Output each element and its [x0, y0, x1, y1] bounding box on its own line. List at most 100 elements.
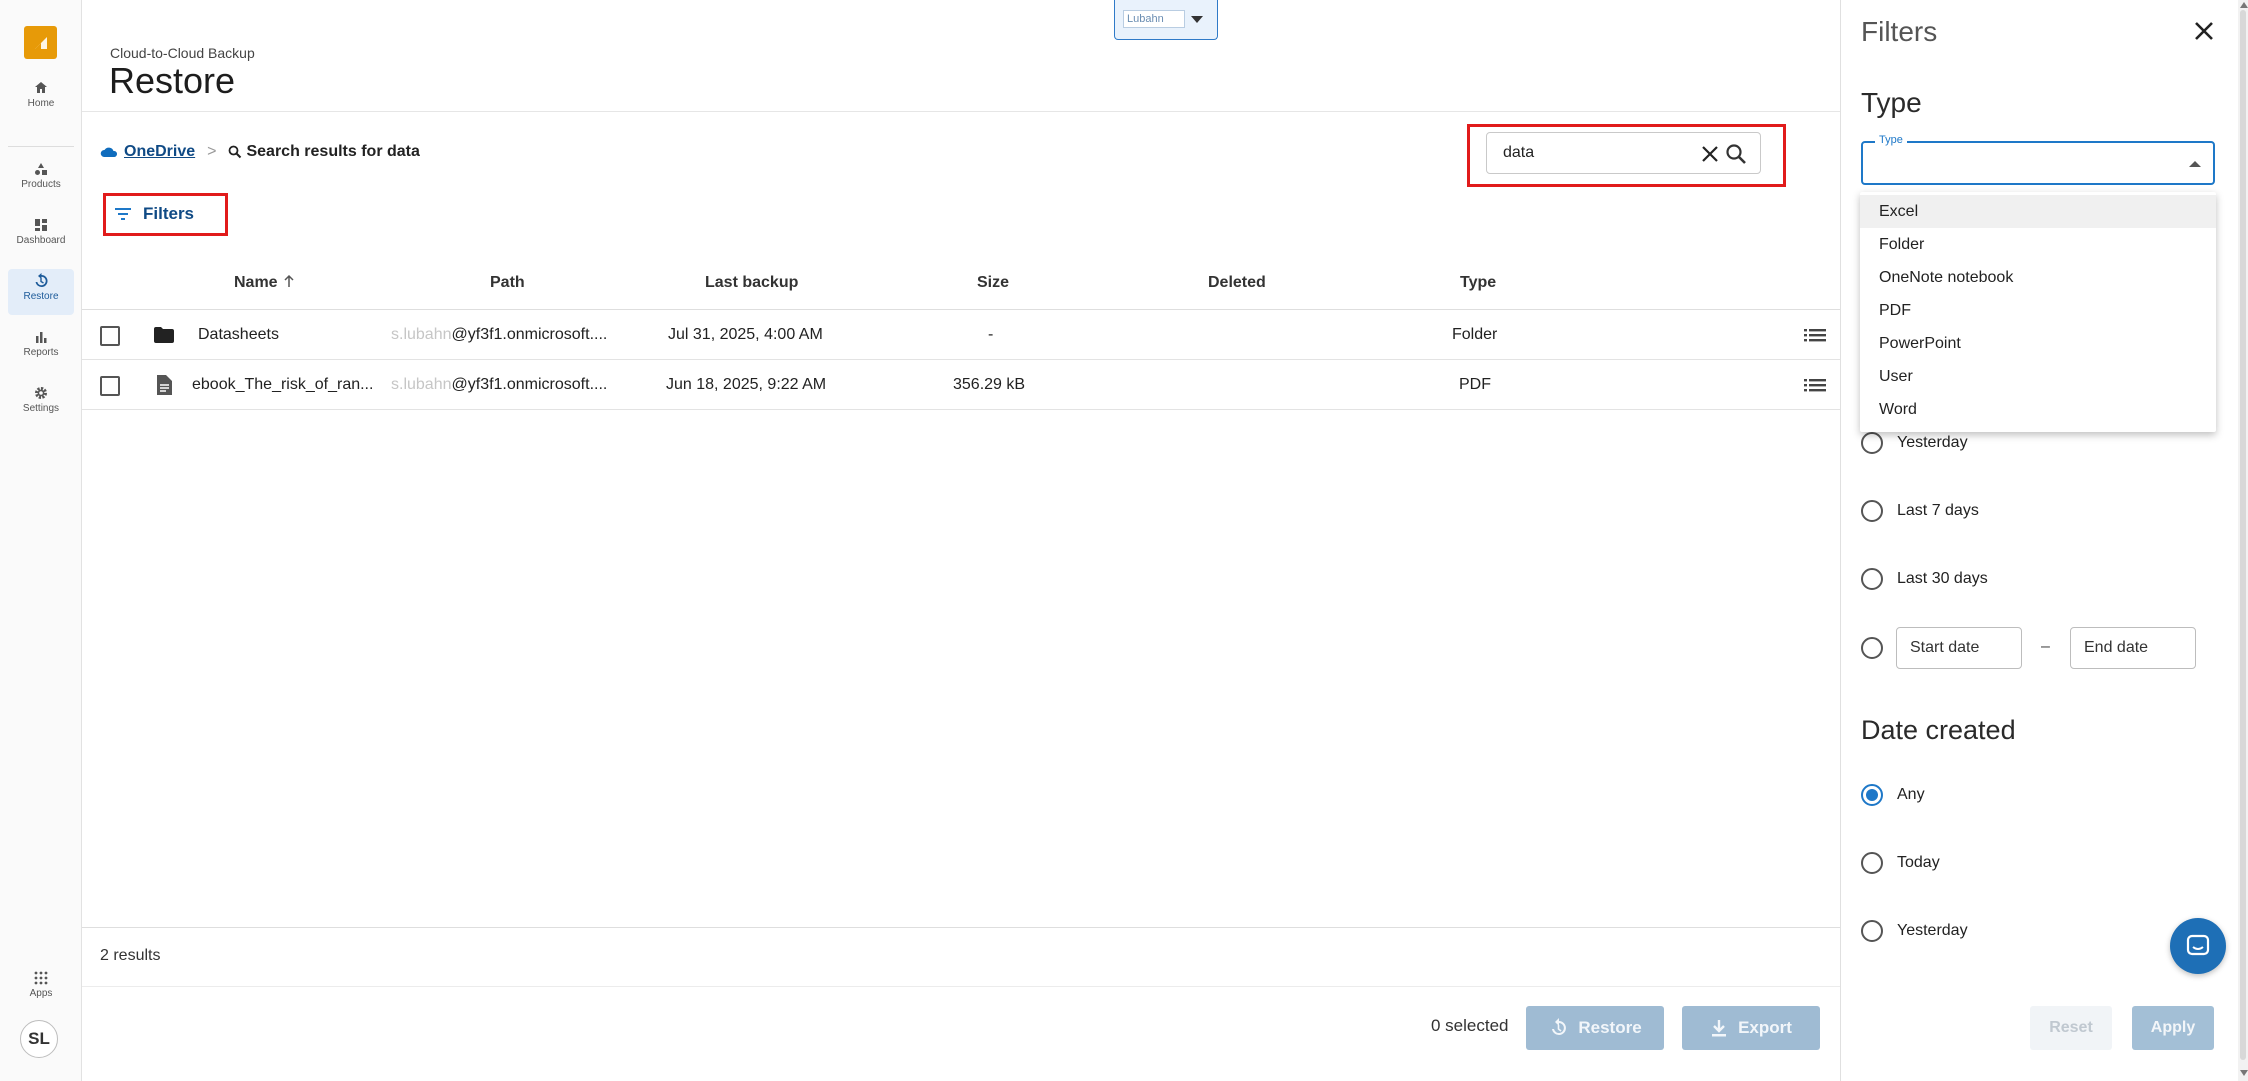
nav-settings-label: Settings	[22, 403, 60, 414]
row-actions-icon[interactable]	[1802, 323, 1828, 347]
tenant-select[interactable]: Lubahn	[1114, 0, 1218, 40]
radio-button[interactable]	[1861, 637, 1883, 659]
backup-date-custom-range[interactable]	[1861, 634, 1897, 662]
row-path-domain: @yf3f1.onmicrosoft....	[451, 326, 608, 343]
restore-button[interactable]: Restore	[1526, 1006, 1664, 1050]
radio-button[interactable]	[1861, 432, 1883, 454]
backup-date-yesterday[interactable]: Yesterday	[1861, 429, 1968, 457]
user-avatar[interactable]: SL	[20, 1020, 58, 1058]
app-logo[interactable]	[24, 26, 57, 59]
type-option-pdf[interactable]: PDF	[1860, 294, 2216, 327]
row-type: Folder	[1452, 326, 1498, 343]
column-header-deleted[interactable]: Deleted	[1208, 256, 1266, 310]
chevron-down-icon	[1191, 16, 1203, 23]
column-header-last-backup[interactable]: Last backup	[705, 256, 798, 310]
scroll-down-arrow-icon[interactable]	[2240, 1070, 2248, 1076]
type-option-word[interactable]: Word	[1860, 393, 2216, 426]
column-header-path[interactable]: Path	[490, 256, 525, 310]
radio-button[interactable]	[1861, 920, 1883, 942]
filters-panel: Filters Type Type Yesterday Last 7 days …	[1840, 0, 2248, 1081]
row-name[interactable]: ebook_The_risk_of_ran...	[192, 360, 377, 410]
results-count: 2 results	[100, 947, 161, 964]
start-date-field[interactable]: Start date	[1896, 627, 2022, 669]
type-section-title: Type	[1861, 87, 1922, 118]
filters-panel-title: Filters	[1861, 16, 1938, 47]
breadcrumb-onedrive-link[interactable]: OneDrive	[124, 143, 195, 161]
results-bar: 2 results	[82, 927, 1840, 987]
nav-divider	[8, 146, 74, 147]
date-created-today[interactable]: Today	[1861, 849, 1940, 877]
avatar-initials: SL	[28, 1029, 50, 1048]
filters-button[interactable]: Filters	[113, 200, 194, 228]
row-name[interactable]: Datasheets	[198, 310, 279, 360]
search-submit-icon[interactable]	[1724, 142, 1748, 166]
export-button-label: Export	[1738, 1018, 1792, 1037]
onedrive-cloud-icon	[100, 147, 118, 157]
row-path-blurred: s.lubahn	[391, 326, 452, 343]
row-path-domain: @yf3f1.onmicrosoft....	[451, 376, 608, 393]
row-actions-icon[interactable]	[1802, 373, 1828, 397]
reset-button[interactable]: Reset	[2030, 1006, 2112, 1050]
date-created-yesterday[interactable]: Yesterday	[1861, 917, 1968, 945]
export-button[interactable]: Export	[1682, 1006, 1820, 1050]
backup-date-last-30-days[interactable]: Last 30 days	[1861, 565, 1988, 593]
nav-apps[interactable]: Apps	[8, 966, 74, 1012]
type-option-powerpoint[interactable]: PowerPoint	[1860, 327, 2216, 360]
column-header-type[interactable]: Type	[1460, 256, 1496, 310]
end-date-field[interactable]: End date	[2070, 627, 2196, 669]
breadcrumb-search-results: Search results for data	[246, 143, 420, 160]
table-row[interactable]: ebook_The_risk_of_ran... s.lubahn@yf3f1.…	[82, 360, 1840, 410]
radio-button-selected[interactable]	[1861, 784, 1883, 806]
nav-dashboard-label: Dashboard	[16, 235, 66, 246]
nav-dashboard[interactable]: Dashboard	[8, 213, 74, 259]
home-icon	[35, 82, 47, 93]
radio-button[interactable]	[1861, 568, 1883, 590]
type-option-user[interactable]: User	[1860, 360, 2216, 393]
close-icon[interactable]	[2191, 18, 2217, 44]
date-created-any[interactable]: Any	[1861, 781, 1925, 809]
type-option-excel[interactable]: Excel	[1860, 195, 2216, 228]
scrollbar-thumb[interactable]	[2240, 10, 2246, 1060]
nav-home-label: Home	[27, 98, 55, 109]
chat-launcher[interactable]	[2170, 918, 2226, 974]
row-checkbox[interactable]	[100, 326, 120, 346]
dashboard-icon	[35, 219, 47, 231]
breadcrumb: OneDrive > Search results for data	[100, 140, 420, 164]
type-select[interactable]: Type	[1861, 134, 2215, 185]
page-title: Restore	[109, 60, 236, 101]
nav-reports[interactable]: Reports	[8, 325, 74, 371]
scroll-up-arrow-icon[interactable]	[2240, 2, 2248, 8]
breadcrumb-separator: >	[207, 143, 217, 160]
apply-button[interactable]: Apply	[2132, 1006, 2214, 1050]
row-size: -	[988, 326, 994, 343]
search-input[interactable]	[1501, 143, 1681, 163]
row-checkbox[interactable]	[100, 376, 120, 396]
left-nav: Home Products Dashboard Restore Reports …	[0, 0, 82, 1081]
nav-settings[interactable]: Settings	[8, 381, 74, 427]
chevron-up-icon	[2189, 161, 2201, 167]
selected-count: 0 selected	[1431, 1016, 1509, 1035]
type-option-onenote[interactable]: OneNote notebook	[1860, 261, 2216, 294]
row-last-backup: Jul 31, 2025, 4:00 AM	[668, 326, 823, 343]
radio-button[interactable]	[1861, 500, 1883, 522]
reports-icon	[36, 332, 47, 343]
search-icon	[229, 145, 242, 159]
type-select-label: Type	[1875, 134, 1907, 146]
table-row[interactable]: Datasheets s.lubahn@yf3f1.onmicrosoft...…	[82, 310, 1840, 360]
restore-button-label: Restore	[1578, 1018, 1642, 1037]
column-header-size[interactable]: Size	[977, 256, 1009, 310]
nav-home[interactable]: Home	[8, 76, 74, 122]
column-header-name[interactable]: Name	[234, 256, 296, 310]
nav-apps-label: Apps	[29, 988, 53, 999]
row-type: PDF	[1459, 376, 1491, 393]
row-path-blurred: s.lubahn	[391, 376, 452, 393]
backup-date-last-7-days[interactable]: Last 7 days	[1861, 497, 1979, 525]
page-header: Cloud-to-Cloud Backup Restore	[82, 0, 1840, 112]
nav-products[interactable]: Products	[8, 157, 74, 203]
clear-search-icon[interactable]	[1699, 143, 1721, 165]
nav-restore[interactable]: Restore	[8, 269, 74, 315]
radio-button[interactable]	[1861, 852, 1883, 874]
search-box[interactable]	[1486, 132, 1761, 174]
type-option-folder[interactable]: Folder	[1860, 228, 2216, 261]
document-icon	[157, 375, 172, 395]
